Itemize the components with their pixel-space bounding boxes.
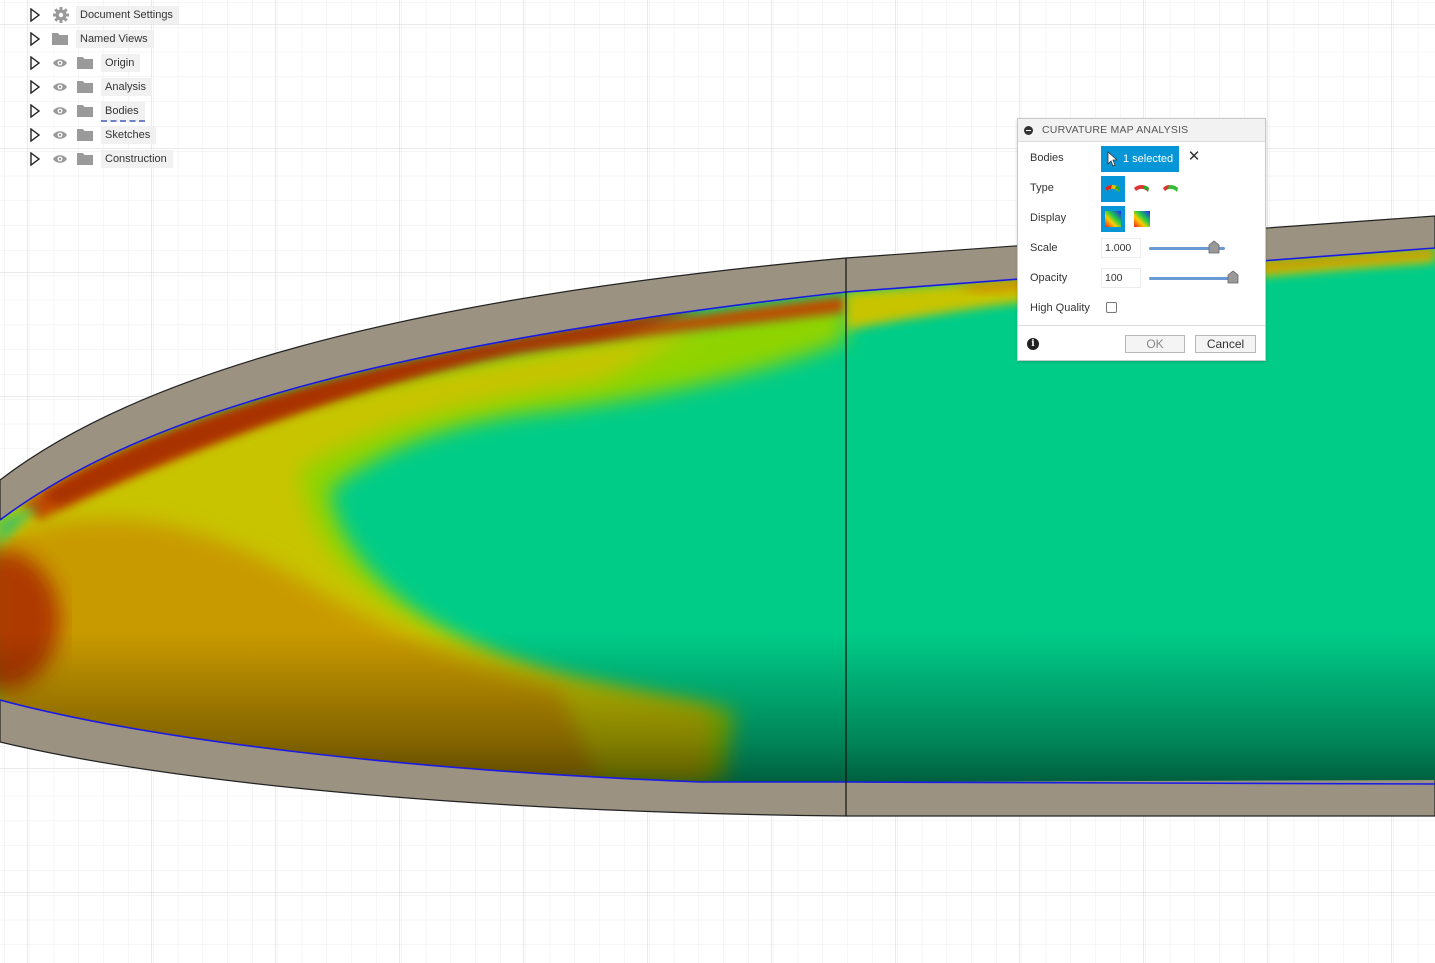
type-mean-button[interactable] [1130,176,1154,202]
eye-icon[interactable] [52,105,68,117]
tree-item-label: Bodies [101,102,145,122]
type-minimum-button[interactable] [1159,176,1183,202]
tree-item-label: Analysis [101,78,152,96]
gear-icon [53,7,69,23]
tree-item-construction[interactable]: Construction [28,147,228,171]
tree-item-bodies[interactable]: Bodies [28,99,228,123]
tree-item-document-settings[interactable]: Document Settings [28,3,228,27]
scale-label: Scale [1030,242,1058,254]
high-quality-checkbox[interactable] [1106,302,1117,313]
expand-arrow-icon[interactable] [30,56,40,70]
display-smooth-button[interactable] [1101,206,1125,232]
folder-icon [77,57,93,69]
expand-arrow-icon[interactable] [30,104,40,118]
opacity-slider-thumb[interactable] [1227,270,1239,284]
tree-item-label: Named Views [76,30,154,48]
gaussian-curvature-icon [1105,185,1120,192]
expand-arrow-icon[interactable] [30,8,40,22]
minimum-curvature-icon [1163,185,1178,192]
folder-icon [77,129,93,141]
curvature-map-dialog: CURVATURE MAP ANALYSIS Bodies 1 selected… [1017,118,1266,361]
ok-button[interactable]: OK [1125,335,1185,353]
folder-icon [77,105,93,117]
tree-item-label: Construction [101,150,173,168]
folder-icon [77,81,93,93]
dialog-footer: i OK Cancel [1018,325,1265,362]
eye-icon[interactable] [52,81,68,93]
expand-arrow-icon[interactable] [30,128,40,142]
tree-item-analysis[interactable]: Analysis [28,75,228,99]
cancel-button[interactable]: Cancel [1195,335,1256,353]
bodies-select-button[interactable]: 1 selected [1101,146,1179,172]
expand-arrow-icon[interactable] [30,152,40,166]
tree-item-label: Origin [101,54,141,72]
display-banded-button[interactable] [1130,206,1154,232]
clear-selection-icon[interactable]: ✕ [1187,148,1201,166]
info-icon[interactable]: i [1027,338,1039,350]
eye-icon[interactable] [52,153,68,165]
type-row: Type [1018,173,1265,203]
folder-icon [52,33,68,45]
opacity-row: Opacity 100 [1018,263,1265,293]
dialog-title: CURVATURE MAP ANALYSIS [1042,124,1189,136]
expand-arrow-icon[interactable] [30,32,40,46]
high-quality-label: High Quality [1030,302,1090,314]
tree-item-named-views[interactable]: Named Views [28,27,228,51]
opacity-label: Opacity [1030,272,1068,284]
eye-icon[interactable] [52,57,68,69]
display-label: Display [1030,212,1067,224]
type-label: Type [1030,182,1054,194]
tree-item-label: Document Settings [76,6,179,24]
browser-tree: Document Settings Named Views Origin Ana… [28,3,228,171]
display-row: Display [1018,203,1265,233]
collapse-icon[interactable] [1024,126,1033,135]
tree-item-origin[interactable]: Origin [28,51,228,75]
tree-item-label: Sketches [101,126,157,144]
tree-item-sketches[interactable]: Sketches [28,123,228,147]
scale-input[interactable]: 1.000 [1101,238,1141,258]
opacity-slider-track[interactable] [1149,277,1233,280]
scale-slider-thumb[interactable] [1208,240,1220,254]
eye-icon[interactable] [52,129,68,141]
cursor-arrow-icon [1107,151,1117,167]
smooth-gradient-icon [1105,211,1121,227]
scale-row: Scale 1.000 [1018,233,1265,263]
folder-icon [77,153,93,165]
bodies-row: Bodies 1 selected ✕ [1018,143,1265,173]
opacity-input[interactable]: 100 [1101,268,1141,288]
bodies-value: 1 selected [1123,153,1174,165]
high-quality-row: High Quality [1018,293,1265,323]
dialog-header[interactable]: CURVATURE MAP ANALYSIS [1018,119,1265,142]
expand-arrow-icon[interactable] [30,80,40,94]
bodies-label: Bodies [1030,152,1064,164]
mean-curvature-icon [1134,185,1149,192]
type-gaussian-button[interactable] [1101,176,1125,202]
banded-gradient-icon [1134,211,1150,227]
